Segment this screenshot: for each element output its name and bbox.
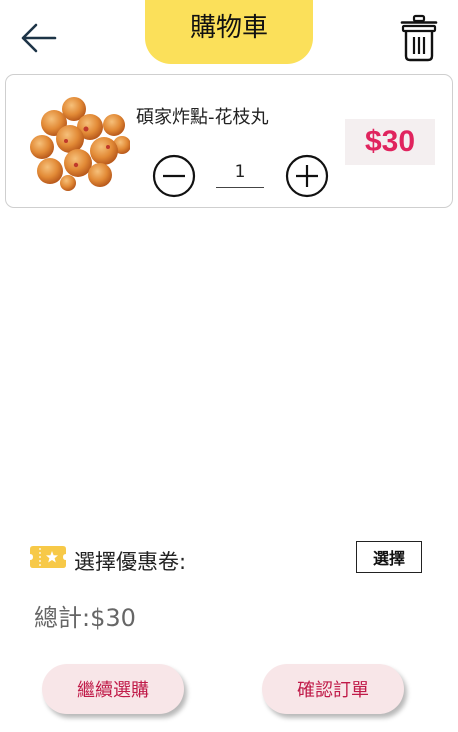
order-total: 總計:$30 (34, 604, 136, 632)
choose-coupon-button[interactable]: 選擇 (356, 541, 422, 573)
confirm-order-label: 確認訂單 (297, 680, 369, 701)
trash-icon (400, 14, 438, 62)
arrow-left-icon (21, 23, 57, 53)
decrease-quantity-button[interactable] (151, 153, 197, 199)
delete-button[interactable] (400, 14, 438, 62)
page-title-tab: 購物車 (145, 0, 313, 64)
back-button[interactable] (18, 20, 58, 56)
page-title: 購物車 (189, 12, 268, 43)
confirm-order-button[interactable]: 確認訂單 (262, 664, 404, 714)
continue-shopping-label: 繼續選購 (77, 680, 149, 701)
continue-shopping-button[interactable]: 繼續選購 (42, 664, 184, 714)
product-image (28, 95, 131, 191)
increase-quantity-button[interactable] (284, 153, 330, 199)
coupon-ticket-icon (30, 546, 66, 568)
price-badge: $30 (345, 119, 435, 165)
coupon-label: 選擇優惠卷: (74, 550, 187, 574)
minus-circle-icon (152, 154, 196, 198)
fried-squid-balls-photo (30, 97, 131, 191)
product-price: $30 (364, 125, 416, 158)
product-name: 碩家炸點-花枝丸 (136, 107, 269, 128)
plus-circle-icon (285, 154, 329, 198)
quantity-input[interactable] (216, 157, 264, 188)
cart-item-card: 碩家炸點-花枝丸 $30 (5, 74, 453, 208)
